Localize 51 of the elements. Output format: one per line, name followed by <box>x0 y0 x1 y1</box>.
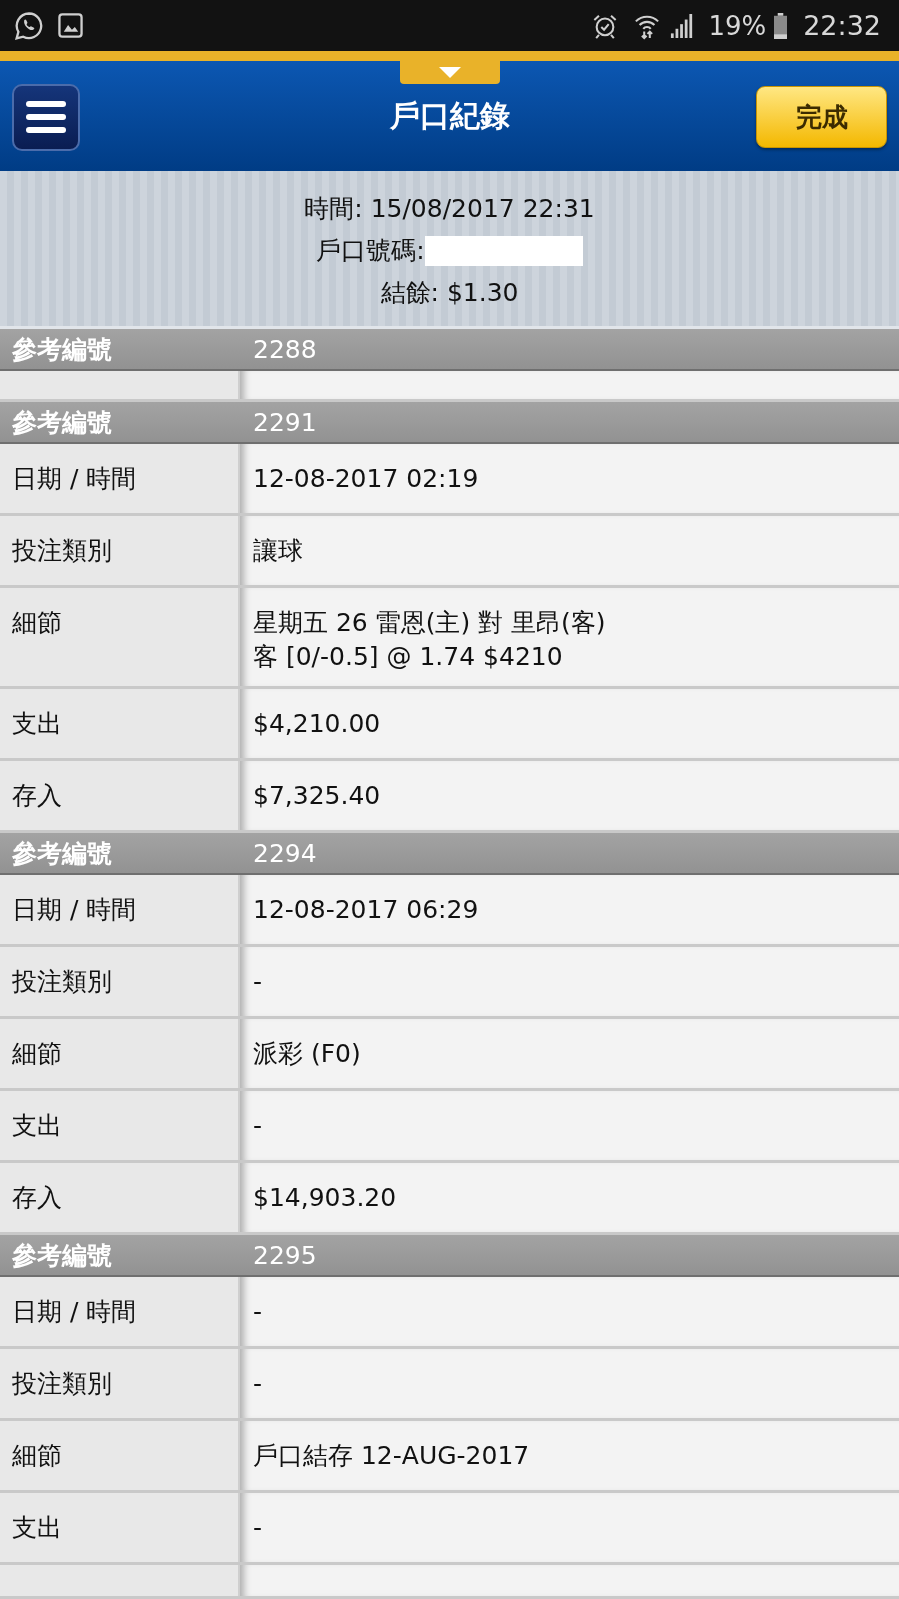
battery-icon <box>774 12 788 39</box>
account-number-label: 戶口號碼: <box>316 235 425 267</box>
signal-bars-icon <box>670 13 695 38</box>
balance-text: 結餘: $1.30 <box>380 277 519 309</box>
field-value: 派彩 (F0) <box>240 1019 899 1088</box>
field-label: 投注類別 <box>0 947 240 1016</box>
field-value: - <box>240 1277 899 1346</box>
field-label: 日期 / 時間 <box>0 1277 240 1346</box>
reference-label: 參考編號 <box>11 406 112 439</box>
field-label: 支出 <box>0 689 240 758</box>
reference-number: 2295 <box>252 1240 317 1270</box>
alarm-clock-icon <box>592 12 619 39</box>
field-label: 細節 <box>0 1019 240 1088</box>
field-label: 支出 <box>0 1091 240 1160</box>
field-value: - <box>240 1349 899 1418</box>
caret-down-icon <box>439 67 461 78</box>
field-label: 日期 / 時間 <box>0 444 240 513</box>
reference-label: 參考編號 <box>11 1239 112 1272</box>
field-value: - <box>240 1493 899 1562</box>
field-label: 存入 <box>0 761 240 830</box>
page-title: 戶口紀錄 <box>389 97 510 135</box>
field-value: $14,903.20 <box>240 1163 899 1232</box>
field-label: 投注類別 <box>0 516 240 585</box>
field-value: 戶口結存 12-AUG-2017 <box>240 1421 899 1490</box>
reference-label: 參考編號 <box>11 837 112 870</box>
clock-time: 22:32 <box>803 10 881 41</box>
menu-button[interactable] <box>12 83 80 151</box>
reference-number: 2294 <box>252 838 317 868</box>
field-value: 星期五 26 雷恩(主) 對 里昂(客) 客 [0/-0.5] @ 1.74 $4210 <box>240 588 899 686</box>
done-button[interactable]: 完成 <box>756 86 887 148</box>
field-label: 支出 <box>0 1493 240 1562</box>
image-icon <box>58 13 83 38</box>
field-value: 讓球 <box>240 516 899 585</box>
field-label: 細節 <box>0 588 240 686</box>
chat-phone-icon <box>14 10 44 41</box>
battery-percent: 19% <box>708 10 767 41</box>
reference-label: 參考編號 <box>11 333 112 366</box>
field-value: - <box>240 947 899 1016</box>
menu-icon <box>26 101 66 133</box>
field-label: 細節 <box>0 1421 240 1490</box>
field-value: 12-08-2017 02:19 <box>240 444 899 513</box>
field-label: 投注類別 <box>0 1349 240 1418</box>
statement-time: 時間: 15/08/2017 22:31 <box>304 193 595 225</box>
field-value: 12-08-2017 06:29 <box>240 875 899 944</box>
reference-number: 2288 <box>252 334 317 364</box>
field-label: 日期 / 時間 <box>0 875 240 944</box>
field-label: 存入 <box>0 1163 240 1232</box>
reference-number: 2291 <box>252 407 317 437</box>
field-value: $4,210.00 <box>240 689 899 758</box>
field-value: $7,325.40 <box>240 761 899 830</box>
field-value: - <box>240 1091 899 1160</box>
